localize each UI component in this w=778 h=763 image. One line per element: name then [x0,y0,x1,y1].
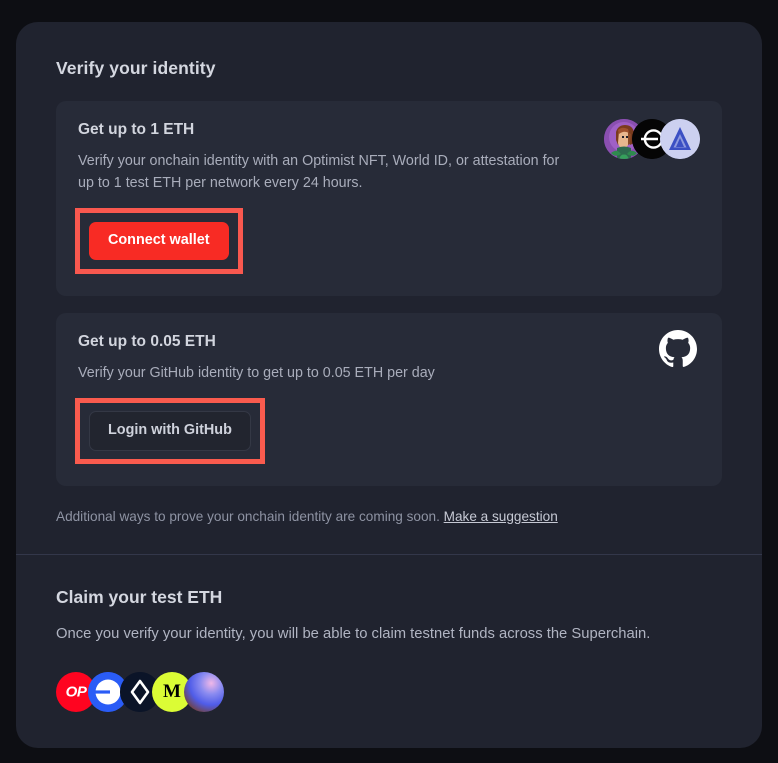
onchain-identity-card: Get up to 1 ETH Verify your onchain iden… [56,101,722,297]
github-icon [656,327,700,371]
onchain-card-description: Verify your onchain identity with an Opt… [78,153,560,192]
make-a-suggestion-link[interactable]: Make a suggestion [444,509,558,524]
verify-identity-section: Verify your identity Get up to 1 ETH Ver… [16,22,762,554]
login-github-highlight: Login with GitHub [75,398,265,465]
claim-test-eth-section: Claim your test ETH Once you verify your… [16,555,762,713]
app-root: Verify your identity Get up to 1 ETH Ver… [0,0,778,763]
login-with-github-button[interactable]: Login with GitHub [89,411,251,452]
github-card-description: Verify your GitHub identity to get up to… [78,365,435,382]
claim-section-title: Claim your test ETH [56,587,223,608]
faucet-panel: Verify your identity Get up to 1 ETH Ver… [16,22,762,748]
connect-wallet-button[interactable]: Connect wallet [89,222,229,261]
superchain-network-logos: OP M [56,672,722,713]
optimism-chain-label: OP [65,683,87,701]
note-text: Additional ways to prove your onchain id… [56,509,440,525]
github-identity-card: Get up to 0.05 ETH Verify your GitHub id… [56,313,722,487]
zora-chain-icon [184,672,224,713]
additional-ways-note: Additional ways to prove your onchain id… [56,503,722,524]
connect-wallet-highlight: Connect wallet [75,208,243,275]
verify-section-title: Verify your identity [56,58,216,78]
mode-chain-label: M [163,681,181,703]
attestation-eas-icon [660,119,700,159]
identity-provider-icons [604,119,700,159]
claim-section-description: Once you verify your identity, you will … [56,626,651,643]
github-card-title: Get up to 0.05 ETH [78,333,216,351]
